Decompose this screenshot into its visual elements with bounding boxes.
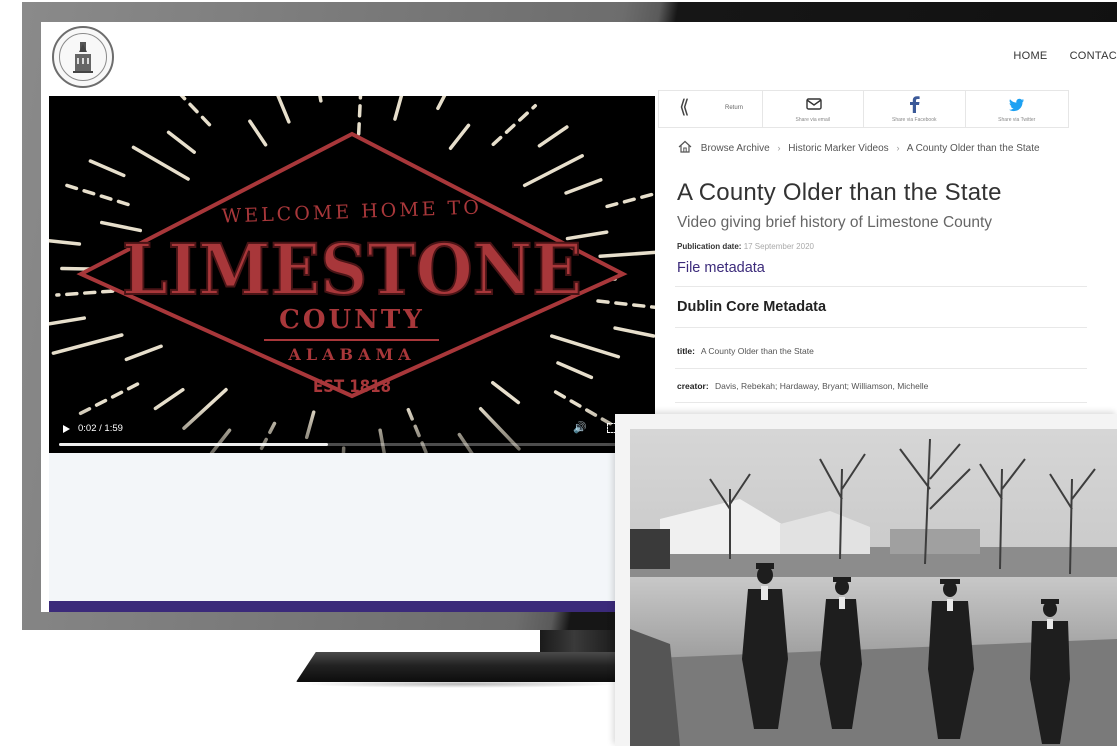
home-icon (678, 140, 692, 153)
title-card-limestone: LIMESTONE (122, 228, 582, 311)
metadata-value: Davis, Rebekah; Hardaway, Bryant; Willia… (715, 381, 929, 391)
share-email-button[interactable]: Share via email (763, 91, 864, 127)
courthouse-icon (73, 42, 93, 73)
publication-date-label: Publication date: (677, 242, 742, 251)
video-player[interactable]: WELCOME HOME TO LIMESTONE COUNTY ALABAMA… (49, 96, 655, 453)
sunburst-ray (166, 130, 196, 154)
item-details-panel: ⟪ Return Share via email Share via Faceb… (658, 90, 1117, 420)
video-time: 0:02 / 1:59 (78, 423, 123, 434)
sunburst-ray (59, 181, 130, 207)
share-twitter-button[interactable]: Share via Twitter (966, 91, 1069, 127)
breadcrumb-historic-marker-videos[interactable]: Historic Marker Videos (788, 143, 888, 154)
sunburst-ray (605, 191, 655, 209)
sunburst-ray (51, 333, 124, 355)
return-button[interactable]: ⟪ Return (659, 91, 763, 127)
sunburst-ray (550, 334, 621, 359)
page-subtitle: Video giving brief history of Limestone … (677, 214, 993, 231)
video-title-card: WELCOME HOME TO LIMESTONE COUNTY ALABAMA… (49, 96, 655, 453)
sunburst-ray (124, 344, 163, 362)
sunburst-ray (537, 125, 569, 148)
dublin-core-heading: Dublin Core Metadata (677, 299, 827, 315)
file-metadata-link[interactable]: File metadata (677, 260, 765, 276)
sunburst-ray (179, 96, 212, 127)
sunburst-ray (131, 145, 190, 181)
breadcrumb-browse-archive[interactable]: Browse Archive (701, 143, 770, 154)
metadata-label: title: (677, 346, 695, 356)
twitter-icon (1008, 98, 1024, 112)
sunburst-ray (356, 96, 363, 136)
video-progress-fill (59, 443, 328, 446)
play-icon[interactable] (63, 425, 70, 433)
video-controls: 0:02 / 1:59 🔊 (49, 405, 655, 453)
site-logo-seal[interactable] (52, 26, 114, 88)
sunburst-ray (49, 238, 82, 246)
sunburst-ray (522, 154, 584, 188)
sunburst-ray (436, 96, 447, 111)
chevron-left-icon: ⟪ (679, 96, 690, 118)
share-facebook-label: Share via Facebook (892, 117, 937, 123)
email-icon (805, 98, 822, 110)
historic-photo-card (615, 414, 1117, 746)
publication-date-value: 17 September 2020 (743, 242, 814, 251)
sunburst-ray (598, 250, 655, 259)
metadata-row-title: title: A County Older than the State (677, 346, 814, 356)
video-progress-bar[interactable] (59, 443, 619, 446)
nav-home-link[interactable]: HOME (1013, 50, 1047, 62)
sunburst-ray (276, 96, 291, 124)
breadcrumb-separator: › (777, 143, 781, 153)
sunburst-ray (248, 119, 268, 147)
sunburst-ray (88, 159, 126, 178)
divider (675, 286, 1087, 287)
facebook-icon (910, 96, 920, 113)
title-card-county: COUNTY (279, 305, 425, 335)
page-title: A County Older than the State (677, 179, 1002, 206)
return-label: Return (725, 105, 744, 111)
sunburst-ray (613, 326, 655, 338)
main-nav: HOME CONTAC (1013, 50, 1117, 62)
sunburst-ray (564, 178, 603, 195)
monitor-stand-base (296, 652, 626, 682)
sunburst-ray (596, 299, 655, 310)
share-bar: ⟪ Return Share via email Share via Faceb… (658, 90, 1069, 128)
breadcrumb-current: A County Older than the State (906, 143, 1040, 154)
publication-date: Publication date: 17 September 2020 (677, 242, 814, 251)
volume-icon[interactable]: 🔊 (573, 422, 587, 434)
metadata-label: creator: (677, 381, 709, 391)
sunburst-ray (556, 361, 594, 380)
metadata-row-creator: creator: Davis, Rebekah; Hardaway, Bryan… (677, 381, 928, 391)
metadata-value: A County Older than the State (700, 346, 814, 356)
share-email-label: Share via email (795, 117, 830, 123)
site-header: HOME CONTAC (41, 22, 1117, 94)
sunburst-ray (491, 380, 521, 405)
nav-contact-link[interactable]: CONTAC (1070, 50, 1117, 62)
share-twitter-label: Share via Twitter (998, 117, 1036, 123)
historic-photo (630, 429, 1117, 746)
title-card-established: EST 1818 (313, 377, 391, 397)
divider (675, 368, 1087, 369)
title-card-alabama: ALABAMA (287, 345, 415, 364)
breadcrumb: Browse Archive › Historic Marker Videos … (678, 140, 1040, 154)
sunburst-ray (491, 104, 538, 147)
sunburst-ray (318, 96, 323, 103)
divider (675, 402, 1087, 403)
sunburst-ray (49, 316, 86, 326)
sunburst-ray (448, 123, 471, 150)
historic-photo-image (630, 429, 1117, 746)
divider (675, 327, 1087, 328)
sunburst-ray (393, 96, 404, 121)
share-facebook-button[interactable]: Share via Facebook (864, 91, 966, 127)
breadcrumb-separator: › (896, 143, 900, 153)
